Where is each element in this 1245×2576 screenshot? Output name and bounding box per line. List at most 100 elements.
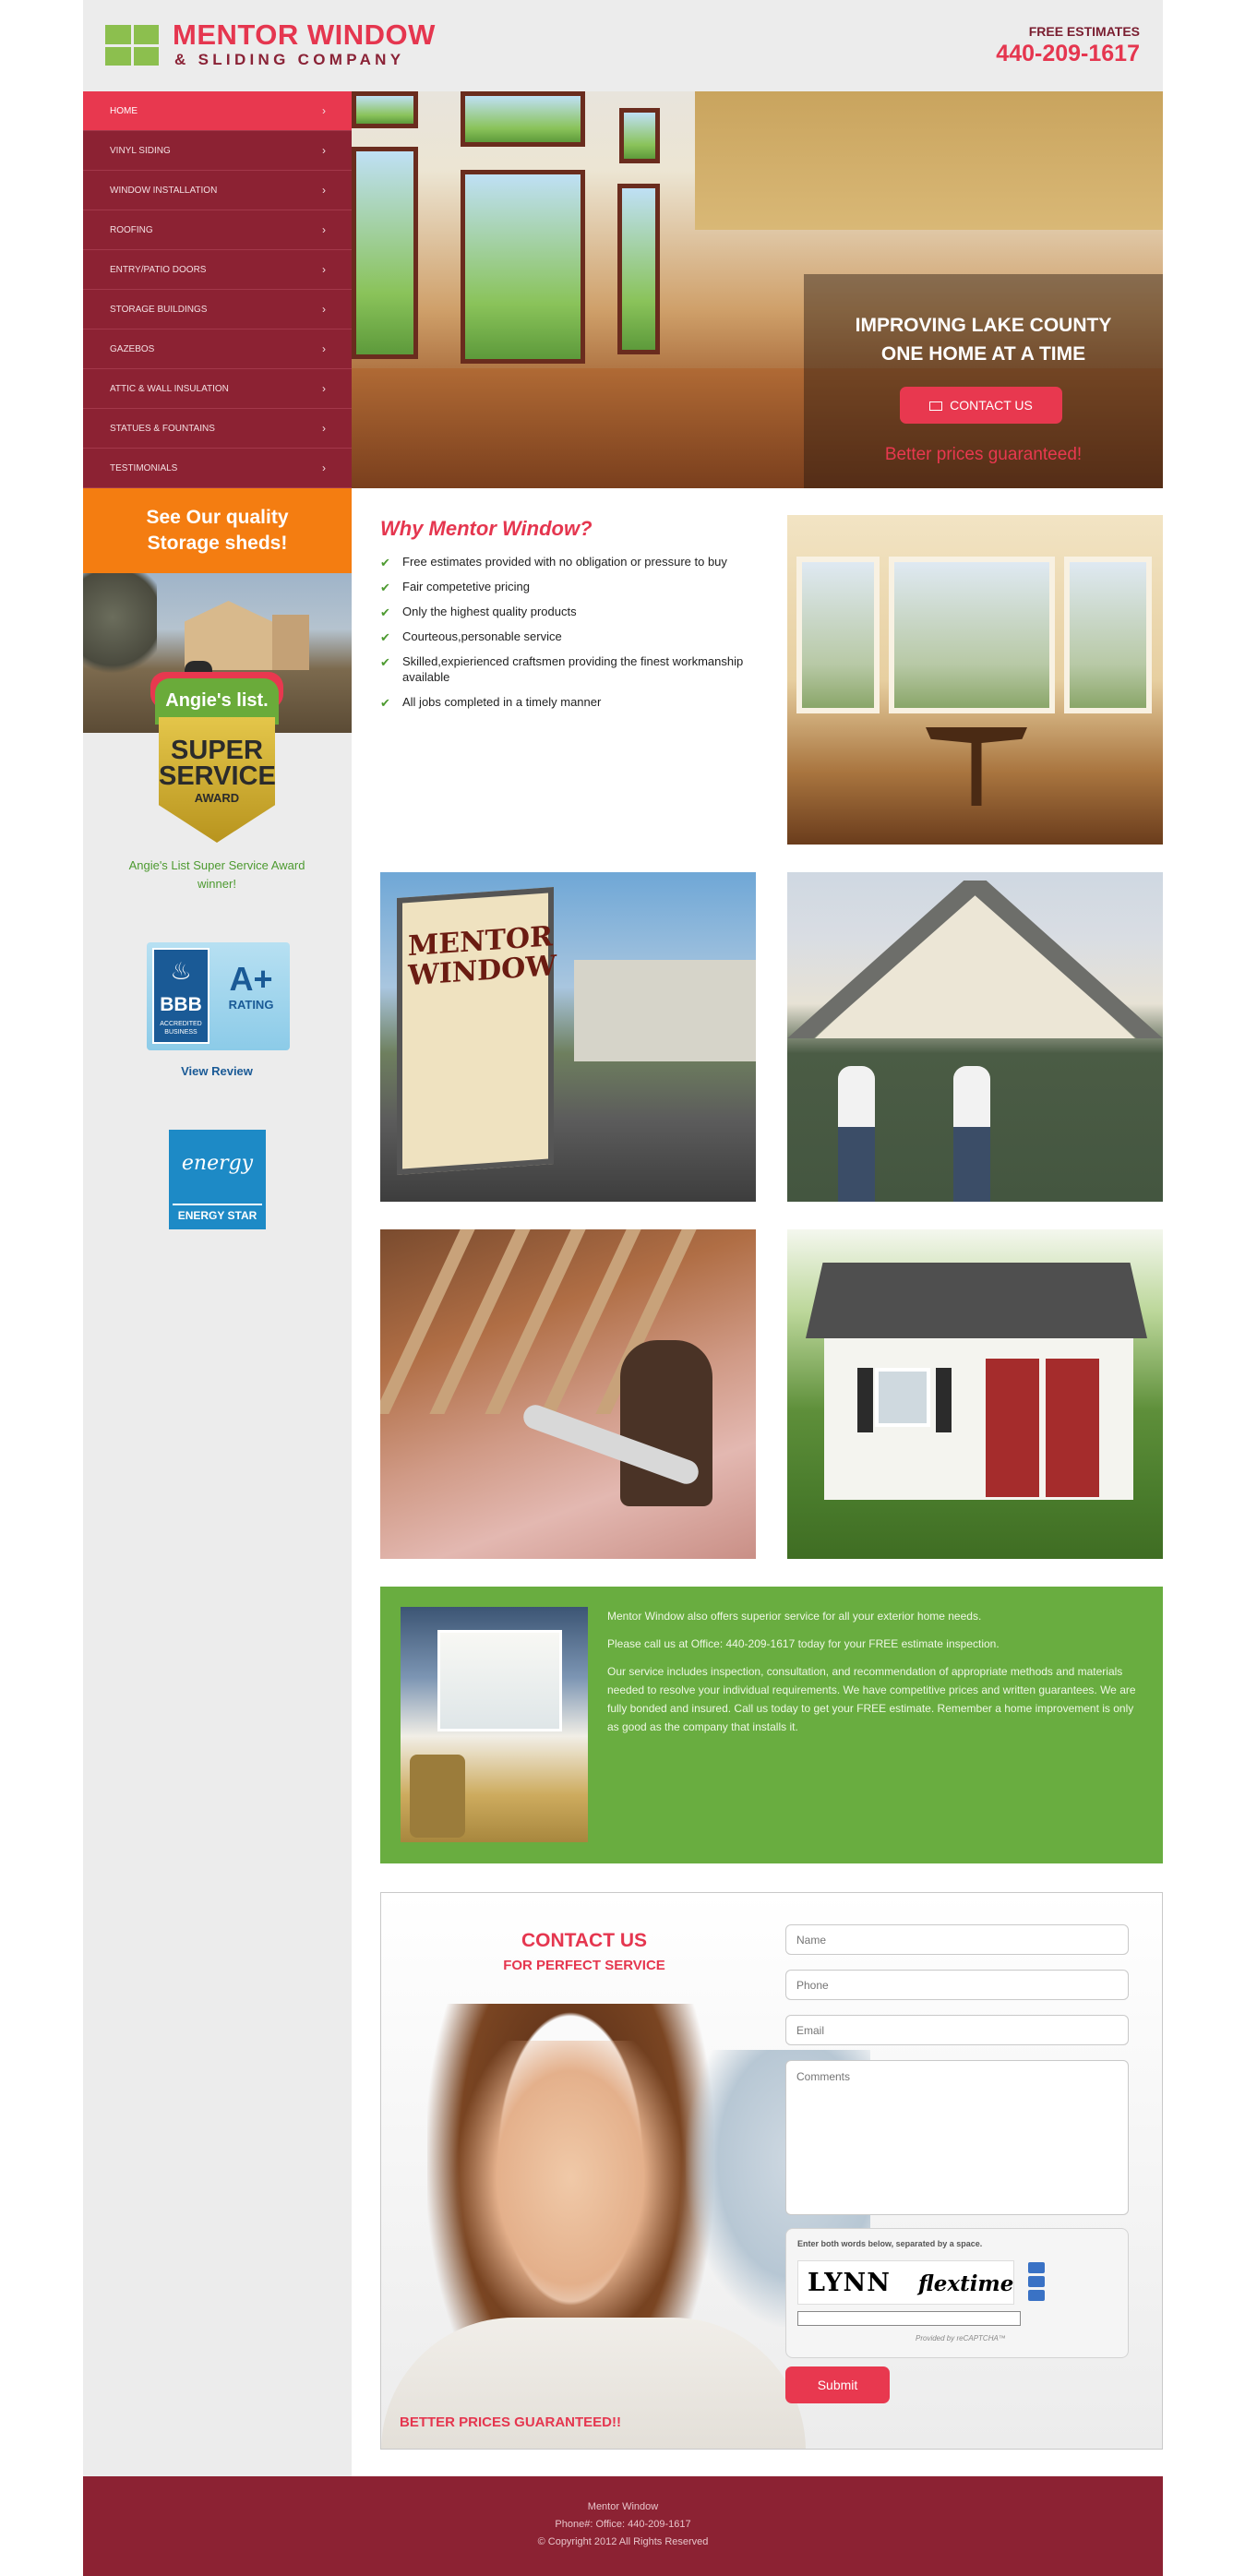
bbb-accredited: ACCREDITED BUSINESS	[160, 1021, 202, 1036]
nav-label: STORAGE BUILDINGS	[110, 304, 208, 315]
sign-text: MENTOR WINDOW	[408, 920, 557, 993]
nav-label: TESTIMONIALS	[110, 462, 178, 473]
audio-icon[interactable]	[1028, 2276, 1045, 2287]
chevron-right-icon: ›	[322, 104, 326, 117]
chevron-right-icon: ›	[322, 461, 326, 474]
living-room-photo	[401, 1607, 588, 1842]
site-header: MENTOR WINDOW & SLIDING COMPANY FREE EST…	[83, 0, 1163, 91]
list-item: ✔ Only the highest quality products	[380, 605, 577, 619]
nav-label: ROOFING	[110, 224, 153, 235]
chevron-right-icon: ›	[322, 144, 326, 157]
angies-caption: Angie's List Super Service Award winner!	[128, 858, 305, 891]
info-paragraph: Mentor Window also offers superior servi…	[607, 1610, 982, 1623]
nav-item-roofing[interactable]: ROOFING ›	[83, 210, 352, 250]
contact-subtitle: FOR PERFECT SERVICE	[503, 1958, 665, 1973]
operator-photo	[455, 2041, 686, 2345]
nav-item-gazebos[interactable]: GAZEBOS ›	[83, 329, 352, 369]
contact-title: CONTACT US	[521, 1930, 648, 1951]
chevron-right-icon: ›	[322, 303, 326, 316]
site-footer: Mentor Window Phone#: Office: 440-209-16…	[83, 2476, 1163, 2576]
envelope-icon	[929, 401, 943, 411]
storage-shed-photo-large	[787, 1229, 1163, 1559]
page-wrapper: MENTOR WINDOW & SLIDING COMPANY FREE EST…	[83, 0, 1163, 2576]
nav-label: GAZEBOS	[110, 343, 155, 354]
award-line2: SERVICE	[159, 761, 276, 791]
list-item: ✔ All jobs completed in a timely manner	[380, 695, 602, 710]
award-line3: AWARD	[194, 791, 240, 805]
header-phone[interactable]: 440-209-1617	[996, 41, 1140, 67]
nav-label: ENTRY/PATIO DOORS	[110, 264, 207, 275]
captcha-input[interactable]	[797, 2311, 1021, 2326]
captcha-instruction: Enter both words below, separated by a s…	[797, 2239, 983, 2248]
nav-item-storage-buildings[interactable]: STORAGE BUILDINGS ›	[83, 290, 352, 329]
services-info-box: Mentor Window also offers superior servi…	[380, 1587, 1163, 1863]
phone-field[interactable]	[785, 1970, 1129, 2000]
angies-list-badge[interactable]: Angie's list. SUPER SERVICE AWARD	[155, 678, 279, 845]
chevron-right-icon: ›	[322, 382, 326, 395]
sidebar-nav: HOME › VINYL SIDING › WINDOW INSTALLATION ›…	[83, 91, 352, 488]
attic-insulation-photo	[380, 1229, 756, 1559]
hero-banner: IMPROVING LAKE COUNTY ONE HOME AT A TIME…	[352, 91, 1163, 488]
help-icon[interactable]	[1028, 2290, 1045, 2301]
list-item: ✔ Free estimates provided with no obligat…	[380, 555, 727, 569]
check-icon: ✔	[380, 655, 390, 669]
nav-item-window-installation[interactable]: WINDOW INSTALLATION ›	[83, 171, 352, 210]
free-estimates-label: FREE ESTIMATES	[1028, 24, 1140, 39]
nav-item-home[interactable]: HOME ›	[83, 91, 352, 131]
info-paragraph: Our service includes inspection, consult…	[607, 1665, 1136, 1733]
footer-phone: Phone#: Office: 440-209-1617	[555, 2519, 691, 2530]
captcha-provider: Provided by reCAPTCHA™	[916, 2334, 1006, 2342]
check-icon: ✔	[380, 605, 390, 619]
nav-item-vinyl-siding[interactable]: VINYL SIDING ›	[83, 131, 352, 171]
energy-star-label: ENERGY STAR	[177, 1209, 257, 1222]
logo-subtitle[interactable]: & SLIDING COMPANY	[174, 51, 404, 69]
nav-item-entry-patio-doors[interactable]: ENTRY/PATIO DOORS ›	[83, 250, 352, 290]
captcha-word: LYNN	[808, 2269, 891, 2297]
submit-button[interactable]: Submit	[785, 2366, 890, 2403]
footer-copyright: © Copyright 2012 All Rights Reserved	[537, 2536, 709, 2547]
energy-star-icon: energy	[169, 1130, 266, 1202]
nav-label: STATUES & FOUNTAINS	[110, 423, 215, 434]
bbb-text: BBB	[160, 994, 202, 1015]
hero-title-line2: ONE HOME AT A TIME	[880, 343, 1086, 365]
energy-star-badge[interactable]: energy ENERGY STAR	[169, 1130, 266, 1229]
sunroom-photo	[787, 515, 1163, 845]
store-sign-photo: MENTOR WINDOW	[380, 872, 756, 1202]
why-title: Why Mentor Window?	[380, 517, 593, 540]
why-list: ✔ Free estimates provided with no obligat…	[380, 554, 768, 719]
contact-us-button[interactable]: CONTACT US	[900, 387, 1062, 424]
bbb-badge[interactable]: ♨ BBB ACCREDITED BUSINESS A+ RATING	[147, 942, 290, 1050]
sidebar: HOME › VINYL SIDING › WINDOW INSTALLATION ›…	[83, 91, 352, 2476]
name-field[interactable]	[785, 1924, 1129, 1955]
chevron-right-icon: ›	[322, 422, 326, 435]
nav-item-attic-insulation[interactable]: ATTIC & WALL INSULATION ›	[83, 369, 352, 409]
promo-heading-line2: Storage sheds!	[147, 533, 288, 554]
logo-window-icon[interactable]	[105, 25, 159, 66]
nav-item-testimonials[interactable]: TESTIMONIALS ›	[83, 449, 352, 488]
recaptcha-widget: Enter both words below, separated by a s…	[785, 2228, 1129, 2358]
contact-us-label: CONTACT US	[950, 398, 1033, 413]
promo-heading: See Our quality Storage sheds!	[83, 488, 352, 573]
hero-title-line1: IMPROVING LAKE COUNTY	[855, 315, 1112, 336]
view-review-link[interactable]: View Review	[129, 1064, 305, 1078]
footer-company: Mentor Window	[587, 2501, 659, 2512]
captcha-word: flextime	[918, 2271, 1014, 2296]
nav-label: WINDOW INSTALLATION	[110, 185, 218, 196]
check-icon: ✔	[380, 696, 390, 710]
comments-field[interactable]	[785, 2060, 1129, 2215]
check-icon: ✔	[380, 630, 390, 644]
chevron-right-icon: ›	[322, 223, 326, 236]
nav-item-statues-fountains[interactable]: STATUES & FOUNTAINS ›	[83, 409, 352, 449]
info-paragraph: Please call us at Office: 440-209-1617 t…	[607, 1637, 1000, 1650]
nav-label: ATTIC & WALL INSULATION	[110, 383, 229, 394]
nav-label: VINYL SIDING	[110, 145, 171, 156]
chevron-right-icon: ›	[322, 263, 326, 276]
check-icon: ✔	[380, 581, 390, 594]
refresh-icon[interactable]	[1028, 2262, 1045, 2273]
logo-title[interactable]: MENTOR WINDOW	[173, 18, 436, 52]
chevron-right-icon: ›	[322, 342, 326, 355]
email-field[interactable]	[785, 2015, 1129, 2045]
chevron-right-icon: ›	[322, 184, 326, 197]
contact-section: CONTACT US FOR PERFECT SERVICE BETTER PR…	[380, 1892, 1163, 2450]
list-item: ✔ Skilled,expierienced craftsmen providin…	[380, 654, 744, 684]
